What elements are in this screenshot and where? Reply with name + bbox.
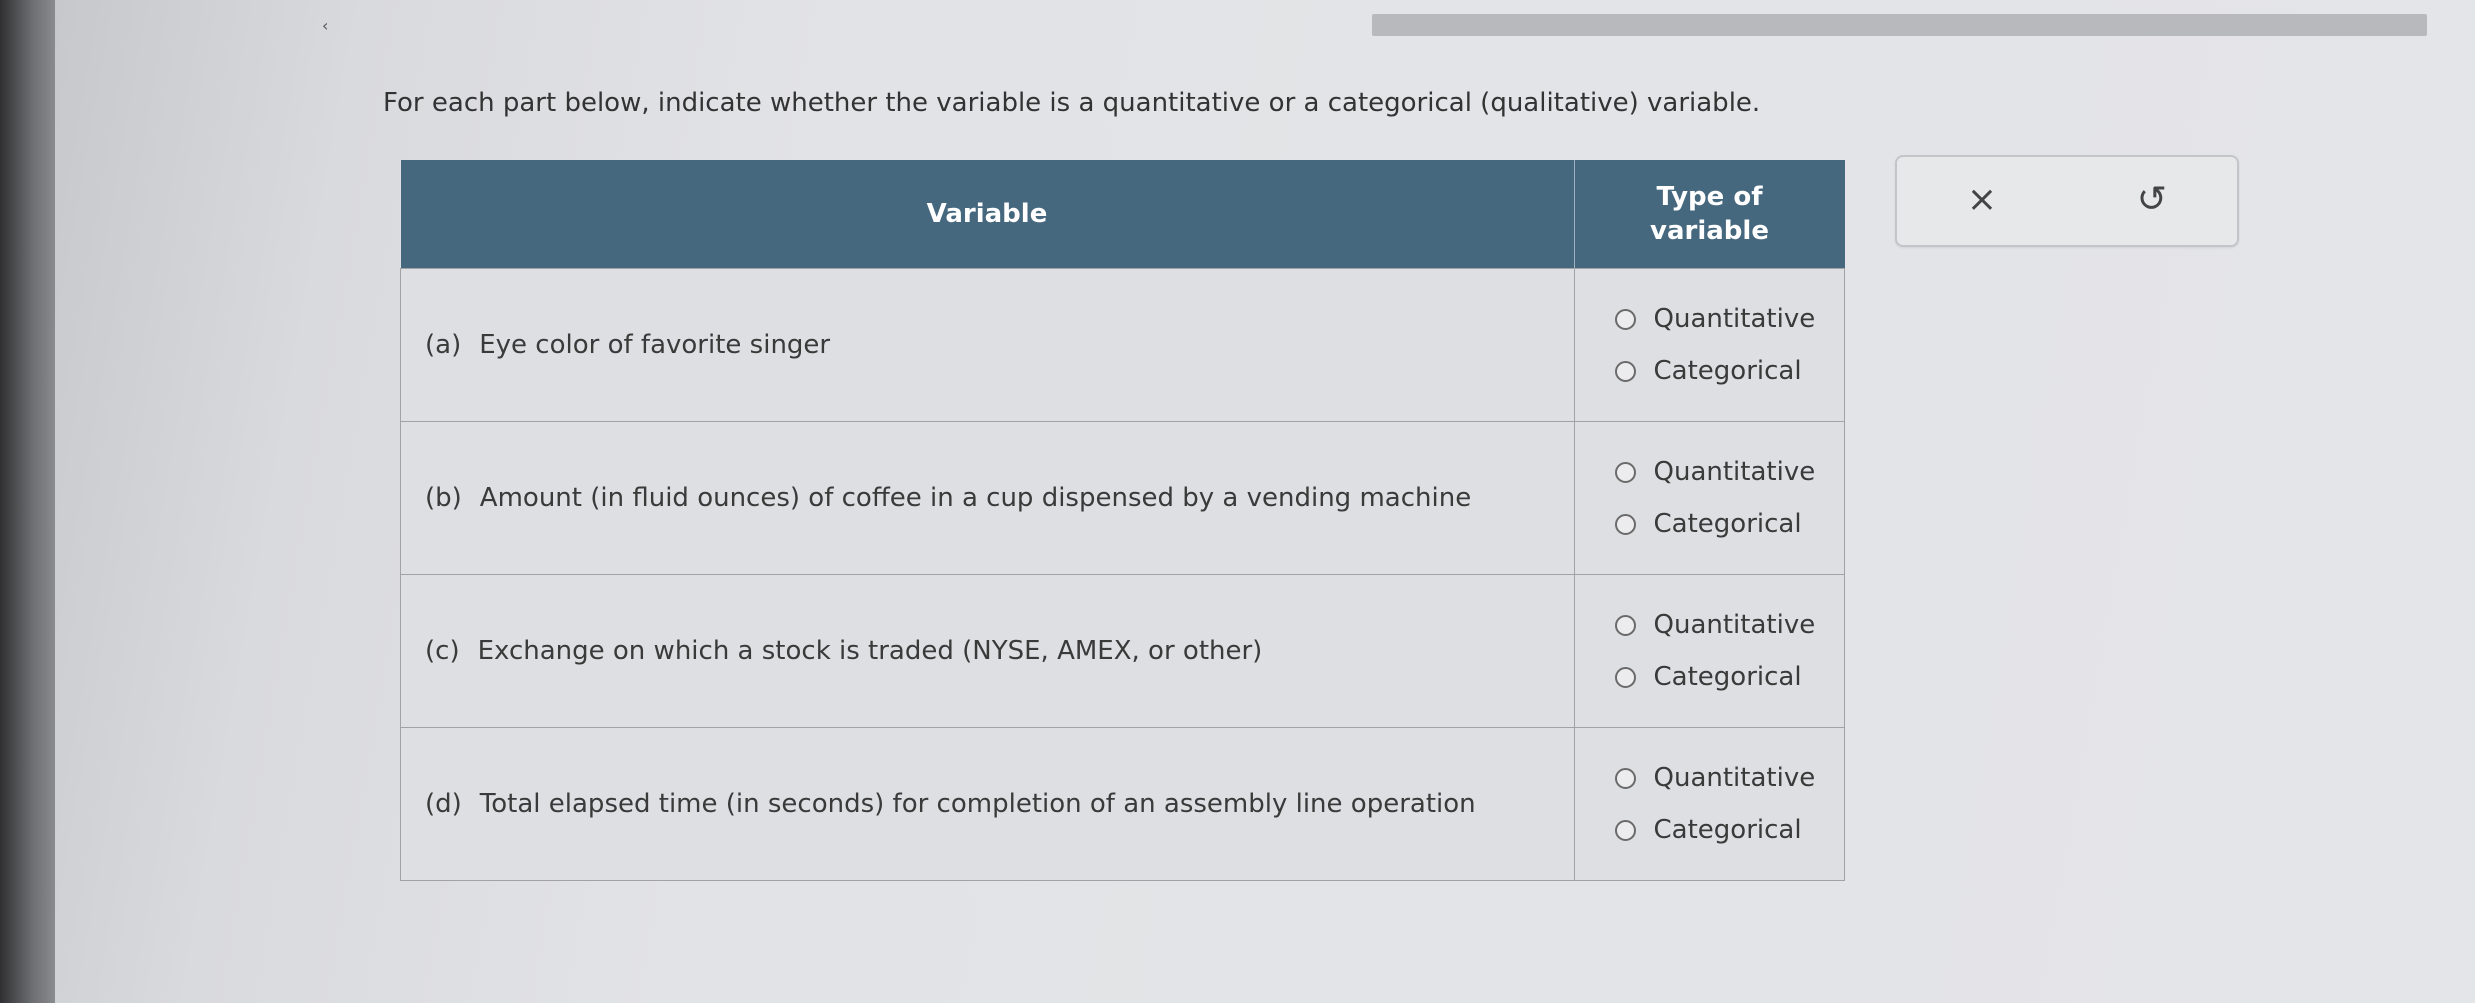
part-letter: (a) xyxy=(425,330,462,360)
variable-text: Total elapsed time (in seconds) for comp… xyxy=(479,789,1476,819)
option-label: Quantitative xyxy=(1653,304,1816,334)
radio-option-categorical[interactable]: Categorical xyxy=(1614,506,1844,542)
radio-option-categorical[interactable]: Categorical xyxy=(1614,353,1844,389)
radio-option-quantitative[interactable]: Quantitative xyxy=(1614,301,1844,337)
variable-cell: (a) Eye color of favorite singer xyxy=(400,268,1575,422)
instruction-text: For each part below, indicate whether th… xyxy=(383,88,1761,118)
radio-option-quantitative[interactable]: Quantitative xyxy=(1614,607,1844,643)
option-label: Categorical xyxy=(1653,662,1802,692)
type-options: Quantitative Categorical xyxy=(1573,574,1845,728)
part-letter: (b) xyxy=(425,483,462,513)
progress-bar xyxy=(1372,14,2427,36)
variable-cell: (c) Exchange on which a stock is traded (… xyxy=(400,574,1575,728)
option-label: Categorical xyxy=(1653,815,1802,845)
header-type-line2: variable xyxy=(1650,216,1769,246)
radio-button[interactable] xyxy=(1614,614,1636,636)
radio-button[interactable] xyxy=(1614,513,1636,535)
answer-tools: × ↺ xyxy=(1895,155,2239,247)
header-variable: Variable xyxy=(400,160,1575,269)
variable-type-table: Variable Type of variable (a) Eye color o… xyxy=(400,160,1845,881)
variable-text: Amount (in fluid ounces) of coffee in a … xyxy=(479,483,1472,513)
option-label: Quantitative xyxy=(1653,610,1816,640)
radio-option-quantitative[interactable]: Quantitative xyxy=(1614,454,1844,490)
radio-button[interactable] xyxy=(1614,666,1636,688)
option-label: Quantitative xyxy=(1653,457,1816,487)
part-letter: (c) xyxy=(425,636,460,666)
type-options: Quantitative Categorical xyxy=(1573,421,1845,575)
type-options: Quantitative Categorical xyxy=(1573,727,1845,881)
radio-button[interactable] xyxy=(1614,461,1636,483)
option-label: Categorical xyxy=(1653,509,1802,539)
table-row-c: (c) Exchange on which a stock is traded (… xyxy=(400,574,1845,728)
variable-text: Eye color of favorite singer xyxy=(479,330,831,360)
option-label: Quantitative xyxy=(1653,763,1816,793)
undo-icon: ↺ xyxy=(2136,178,2168,220)
radio-option-categorical[interactable]: Categorical xyxy=(1614,659,1844,695)
table-row-b: (b) Amount (in fluid ounces) of coffee in… xyxy=(400,421,1845,575)
table-row-d: (d) Total elapsed time (in seconds) for c… xyxy=(400,727,1845,881)
radio-button[interactable] xyxy=(1614,360,1636,382)
undo-button[interactable]: ↺ xyxy=(2122,169,2182,229)
part-letter: (d) xyxy=(425,789,462,819)
header-type-line1: Type of xyxy=(1656,182,1763,212)
radio-option-categorical[interactable]: Categorical xyxy=(1614,812,1844,848)
table-row-a: (a) Eye color of favorite singer Quantita… xyxy=(400,268,1845,422)
header-type-of-variable: Type of variable xyxy=(1574,160,1845,269)
variable-cell: (b) Amount (in fluid ounces) of coffee in… xyxy=(400,421,1575,575)
variable-cell: (d) Total elapsed time (in seconds) for c… xyxy=(400,727,1575,881)
clear-answer-button[interactable]: × xyxy=(1952,169,2012,229)
radio-button[interactable] xyxy=(1614,819,1636,841)
option-label: Categorical xyxy=(1653,356,1802,386)
close-icon: × xyxy=(1966,178,1998,220)
type-options: Quantitative Categorical xyxy=(1573,268,1845,422)
radio-option-quantitative[interactable]: Quantitative xyxy=(1614,760,1844,796)
back-caret-icon[interactable]: ‹ xyxy=(322,18,328,34)
radio-button[interactable] xyxy=(1614,308,1636,330)
variable-text: Exchange on which a stock is traded (NYS… xyxy=(477,636,1263,666)
radio-button[interactable] xyxy=(1614,767,1636,789)
